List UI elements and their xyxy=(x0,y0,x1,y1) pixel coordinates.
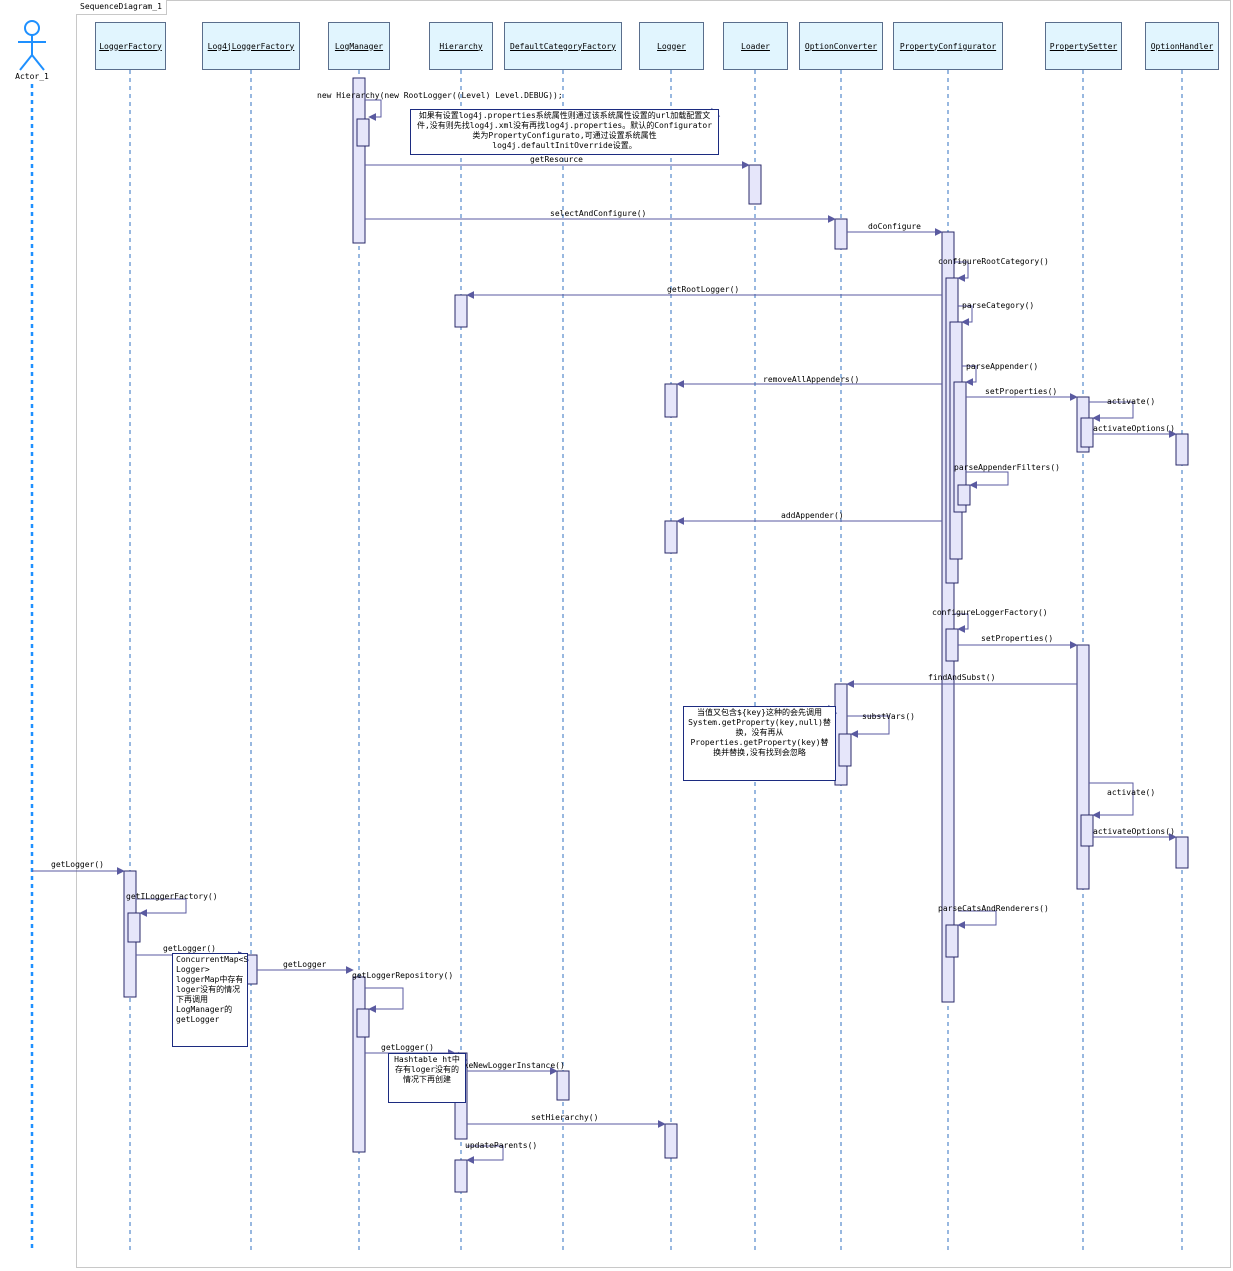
note-hashtable: Hashtable ht中存有loger没有的情况下再创建 xyxy=(388,1053,466,1103)
msg-setproperties-1: setProperties() xyxy=(985,387,1057,396)
msg-new-hierarchy: new Hierarchy(new RootLogger((Level) Lev… xyxy=(317,91,563,100)
msg-makenewloggerinstance: makeNewLoggerInstance() xyxy=(454,1061,565,1070)
msg-parsecategory: parseCategory() xyxy=(962,301,1034,310)
msg-activate-1: activate() xyxy=(1107,397,1155,406)
note-corners xyxy=(240,107,838,1061)
msg-doconfigure: doConfigure xyxy=(868,222,921,231)
msg-getlogger-hierarchy: getLogger() xyxy=(381,1043,434,1052)
msg-activate-2: activate() xyxy=(1107,788,1155,797)
msg-removeallappenders: removeAllAppenders() xyxy=(763,375,859,384)
msg-substvars: substVars() xyxy=(862,712,915,721)
msg-activateoptions-2: activateOptions() xyxy=(1093,827,1175,836)
msg-updateparents: updateParents() xyxy=(465,1141,537,1150)
msg-configurerootcategory: configureRootCategory() xyxy=(938,257,1049,266)
msg-parsecatsandrenderers: parseCatsAndRenderers() xyxy=(938,904,1049,913)
msg-activateoptions-1: activateOptions() xyxy=(1093,424,1175,433)
msg-getlogger-actor: getLogger() xyxy=(51,860,104,869)
msg-selectandconfigure: selectAndConfigure() xyxy=(550,209,646,218)
msg-findandsubst: findAndSubst() xyxy=(928,673,995,682)
msg-addappender: addAppender() xyxy=(781,511,844,520)
msg-getrootlogger: getRootLogger() xyxy=(667,285,739,294)
sequence-diagram: new Hierarchy(new RootLogger((Level) Lev… xyxy=(30,70,1189,1250)
msg-getlogger-logmanager: getLogger xyxy=(283,960,327,969)
msg-setproperties-2: setProperties() xyxy=(981,634,1053,643)
msg-sethierarchy: setHierarchy() xyxy=(531,1113,598,1122)
note-config-loading: 如果有设置log4j.properties系统属性则通过该系统属性设置的url加… xyxy=(410,109,719,155)
msg-getloggerrepository: getLoggerRepository() xyxy=(352,971,453,980)
msg-configureloggerfactory: configureLoggerFactory() xyxy=(932,608,1048,617)
note-loggermap: ConcurrentMap<String, Logger> loggerMap中… xyxy=(172,953,248,1047)
msg-getresource: getResource xyxy=(530,155,583,164)
msg-getlogger-factory: getLogger() xyxy=(163,944,216,953)
note-substvars: 当值又包含${key}这种的会先调用System.getProperty(key… xyxy=(683,706,836,781)
msg-parseappenderfilters: parseAppenderFilters() xyxy=(954,463,1060,472)
lifeline-dashes xyxy=(30,70,1183,1250)
msg-parseappender: parseAppender() xyxy=(966,362,1038,371)
msg-getiloggerfactory: getILoggerFactory() xyxy=(126,892,218,901)
